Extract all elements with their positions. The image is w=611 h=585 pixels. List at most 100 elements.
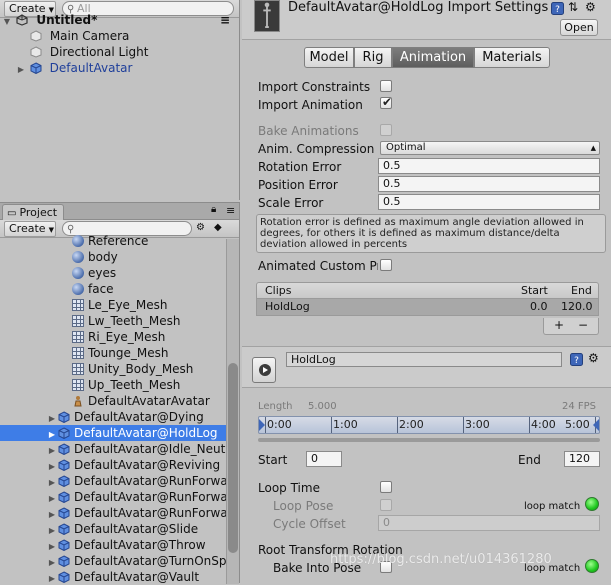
project-item[interactable]: ▶ DefaultAvatar@TurnOnSpo <box>0 553 226 569</box>
project-item[interactable]: ▶ DefaultAvatar@RunForwar <box>0 489 226 505</box>
scale-error-field[interactable]: 0.5 <box>378 194 600 210</box>
project-item[interactable]: face <box>0 281 226 297</box>
prefab-cube-icon <box>58 523 70 535</box>
project-item[interactable]: ▶ DefaultAvatar@RunForwar <box>0 505 226 521</box>
hierarchy-item-main-camera[interactable]: Main Camera <box>30 28 129 44</box>
position-error-field[interactable]: 0.5 <box>378 176 600 192</box>
clips-header-start: Start <box>521 284 548 297</box>
tab-animation[interactable]: Animation <box>392 47 474 68</box>
mesh-icon <box>72 379 84 391</box>
expand-arrow-icon[interactable]: ▶ <box>46 411 58 425</box>
project-item-label: face <box>88 282 114 296</box>
clip-range-bar[interactable] <box>258 438 600 442</box>
expand-arrow-icon[interactable]: ▶ <box>46 475 58 489</box>
project-scrollbar-thumb[interactable] <box>228 363 238 553</box>
timeline-tick <box>463 417 464 433</box>
clip-end-marker-icon[interactable] <box>593 419 599 431</box>
project-item-label: DefaultAvatarAvatar <box>88 394 210 408</box>
open-button[interactable]: Open <box>560 19 598 36</box>
expand-arrow-icon[interactable]: ▶ <box>16 62 26 78</box>
project-item[interactable]: body <box>0 249 226 265</box>
end-field[interactable]: 120 <box>564 451 600 467</box>
expand-arrow-icon[interactable]: ▶ <box>46 539 58 553</box>
project-item[interactable]: Tounge_Mesh <box>0 345 226 361</box>
scene-menu-icon[interactable]: ≡ <box>220 12 230 28</box>
project-item[interactable]: ▶ DefaultAvatar@HoldLog <box>0 425 226 441</box>
timeline-tick <box>265 417 266 433</box>
project-item-label: DefaultAvatar@RunForwar <box>74 490 226 504</box>
panel-menu-icon[interactable]: ≡ <box>226 204 235 217</box>
timeline-tick-label: 4:00 <box>531 418 556 431</box>
hierarchy-item-default-avatar[interactable]: ▶ DefaultAvatar <box>16 60 133 78</box>
filter-by-label-icon[interactable]: ◆ <box>214 222 222 233</box>
remove-clip-button[interactable]: − <box>578 318 588 332</box>
tab-project-label: Project <box>19 206 58 219</box>
add-clip-button[interactable]: + <box>554 318 564 332</box>
filter-by-type-icon[interactable]: ⚙ <box>196 222 205 233</box>
expand-arrow-icon[interactable]: ▶ <box>46 507 58 521</box>
length-label: Length <box>258 401 293 412</box>
clip-start-marker-icon[interactable] <box>259 419 265 431</box>
timeline-tick-label: 5:00 <box>565 418 590 431</box>
collapse-arrow-icon[interactable]: ▼ <box>2 14 12 30</box>
project-item[interactable]: Ri_Eye_Mesh <box>0 329 226 345</box>
import-animation-checkbox[interactable]: ✔ <box>380 95 392 109</box>
bake-animations-label: Bake Animations <box>258 124 359 138</box>
material-sphere-icon <box>72 251 84 263</box>
project-item[interactable]: ▶ DefaultAvatar@Dying <box>0 409 226 425</box>
lock-icon[interactable]: 🔒︎ <box>211 204 216 215</box>
prefab-cube-icon <box>30 62 42 74</box>
clips-header-name: Clips <box>265 284 292 297</box>
play-clip-button[interactable] <box>252 357 276 383</box>
prefab-cube-icon <box>58 571 70 583</box>
import-constraints-checkbox[interactable] <box>380 80 392 92</box>
rotation-error-field[interactable]: 0.5 <box>378 158 600 174</box>
import-constraints-label: Import Constraints <box>258 80 371 94</box>
tab-model[interactable]: Model <box>304 47 354 68</box>
mesh-icon <box>72 347 84 359</box>
project-item[interactable]: ▶ DefaultAvatar@Throw <box>0 537 226 553</box>
clip-row-end: 120.0 <box>561 300 593 313</box>
project-item[interactable]: eyes <box>0 265 226 281</box>
project-item[interactable]: ▶ DefaultAvatar@RunForwar <box>0 473 226 489</box>
project-item[interactable]: Le_Eye_Mesh <box>0 297 226 313</box>
project-item[interactable]: Lw_Teeth_Mesh <box>0 313 226 329</box>
expand-arrow-icon[interactable]: ▶ <box>46 427 58 441</box>
project-item[interactable]: ▶ DefaultAvatar@Slide <box>0 521 226 537</box>
clip-name-field[interactable]: HoldLog <box>286 352 562 367</box>
project-item[interactable]: Up_Teeth_Mesh <box>0 377 226 393</box>
preset-icon[interactable]: ⇅ <box>568 0 578 14</box>
clips-footer: + − <box>543 318 599 335</box>
tab-materials[interactable]: Materials <box>474 47 550 68</box>
settings-gear-icon[interactable]: ⚙ <box>585 0 596 14</box>
expand-arrow-icon[interactable]: ▶ <box>46 443 58 457</box>
tab-rig[interactable]: Rig <box>354 47 392 68</box>
project-tabbar: ▭ Project 🔒︎ ≡ <box>0 203 239 220</box>
help-book-icon[interactable]: ? <box>570 353 583 366</box>
scene-row[interactable]: ▼ Untitled* ≡ <box>2 12 230 30</box>
gameobject-icon <box>30 46 42 58</box>
project-item[interactable]: ▶ DefaultAvatar@Reviving <box>0 457 226 473</box>
tab-project[interactable]: ▭ Project <box>2 204 65 220</box>
project-item[interactable]: DefaultAvatarAvatar <box>0 393 226 409</box>
anim-compression-dropdown[interactable]: Optimal ▲ <box>380 141 600 155</box>
project-item[interactable]: ▶ DefaultAvatar@Idle_Neutr <box>0 441 226 457</box>
loop-time-checkbox[interactable] <box>380 481 392 493</box>
inspector-title: DefaultAvatar@HoldLog Import Settings <box>288 0 549 15</box>
animated-custom-properties-checkbox[interactable] <box>380 259 392 271</box>
expand-arrow-icon[interactable]: ▶ <box>46 523 58 537</box>
help-book-icon[interactable]: ? <box>551 2 564 15</box>
clip-timeline[interactable]: 0:00 1:00 2:00 3:00 4:00 5:00 <box>258 416 600 434</box>
project-item[interactable]: Reference <box>0 233 226 249</box>
project-item[interactable]: Unity_Body_Mesh <box>0 361 226 377</box>
timeline-tick-label: 0:00 <box>267 418 292 431</box>
start-field[interactable]: 0 <box>306 451 342 467</box>
hierarchy-item-directional-light[interactable]: Directional Light <box>30 44 149 60</box>
project-panel: ▭ Project 🔒︎ ≡ Create ▼ ⚲ ⚙ ◆ Reference bod… <box>0 202 240 584</box>
expand-arrow-icon[interactable]: ▶ <box>46 459 58 473</box>
expand-arrow-icon[interactable]: ▶ <box>46 555 58 569</box>
clip-settings-gear-icon[interactable]: ⚙ <box>588 351 599 365</box>
clip-row[interactable]: HoldLog 0.0 120.0 <box>256 299 599 316</box>
timeline-tick-label: 2:00 <box>399 418 424 431</box>
expand-arrow-icon[interactable]: ▶ <box>46 491 58 505</box>
